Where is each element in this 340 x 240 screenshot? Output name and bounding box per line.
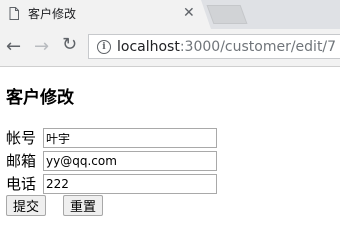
phone-input[interactable] — [43, 174, 217, 194]
phone-label: 电话 — [6, 175, 37, 193]
back-icon[interactable]: ← — [6, 38, 21, 56]
reset-button[interactable]: 重置 — [63, 195, 104, 216]
info-icon[interactable]: i — [97, 40, 111, 54]
forward-icon: → — [34, 36, 50, 57]
submit-button[interactable]: 提交 — [6, 195, 47, 216]
url-text[interactable]: localhost:3000/customer/edit/7 — [117, 39, 336, 55]
reload-icon[interactable]: ↻ — [62, 36, 77, 54]
page-icon — [9, 7, 19, 20]
address-bar[interactable]: i localhost:3000/customer/edit/7 — [88, 34, 340, 59]
tab-title: 客户修改 — [28, 7, 77, 21]
account-input[interactable] — [43, 128, 217, 148]
email-input[interactable] — [43, 151, 217, 171]
url-path: :3000/customer/edit/7 — [179, 39, 337, 55]
phone-row: 电话 — [6, 174, 226, 196]
account-row: 帐号 — [6, 128, 226, 150]
tab-active[interactable]: 客户修改 ✕ — [0, 0, 211, 29]
url-host: localhost — [117, 39, 180, 55]
close-icon[interactable]: ✕ — [183, 5, 195, 21]
new-tab-button[interactable] — [206, 5, 248, 24]
account-label: 帐号 — [6, 129, 37, 147]
email-row: 邮箱 — [6, 151, 226, 173]
browser-chrome: 客户修改 ✕ ← → ↻ i localhost:3000/customer/e… — [0, 0, 340, 66]
page-title: 客户修改 — [6, 88, 74, 108]
email-label: 邮箱 — [6, 152, 37, 170]
chrome-divider — [0, 66, 340, 67]
